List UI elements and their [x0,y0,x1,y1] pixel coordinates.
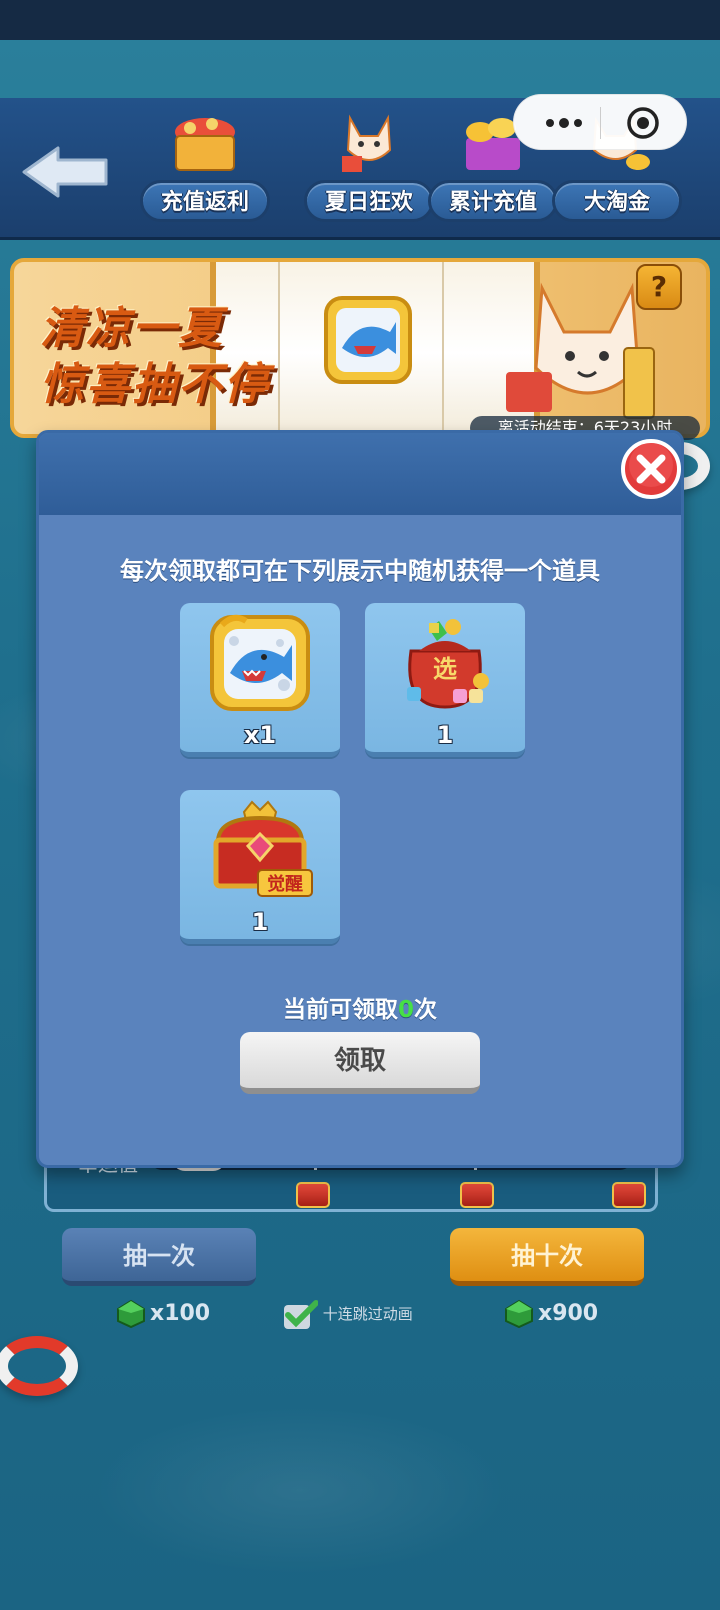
milestone-chest-icon[interactable] [612,1182,646,1208]
reel-divider [442,262,444,434]
draw-once-button[interactable]: 抽一次 [62,1228,256,1286]
milestone-chest-icon[interactable] [296,1182,330,1208]
event-banner: 清凉一夏 惊喜抽不停 [10,258,710,438]
reward-item-count: x1 [243,721,277,749]
nav-item-label: 累计充值 [448,190,537,215]
reward-item-count: 1 [436,721,454,749]
capsule-divider [600,107,601,139]
green-gem-icon [505,1299,533,1329]
awaken-chest-icon: 觉醒 [213,800,313,897]
skip-animation-label: 十连跳过动画 [322,1305,413,1323]
green-gem-icon [117,1299,145,1329]
shark-frame-icon [210,614,310,711]
shark-frame-icon [324,296,412,384]
awaken-chest-badge: 觉醒 [267,873,303,895]
reward-item-card[interactable]: x1 [180,603,340,757]
nav-item-label: 充值返利 [160,190,249,215]
banner-title-line2: 惊喜抽不停 [40,359,270,410]
nav-item-label: 大淘金 [583,190,650,215]
fox-mascot-icon [342,114,392,172]
lucky-bag-icon: 选 [407,619,489,709]
claim-count-status: 当前可领取0次 [36,990,684,1024]
reward-item-card[interactable]: 选 1 [365,603,525,757]
claim-count: 0 [397,997,414,1023]
status-strip [0,0,720,40]
draw-ten-button[interactable]: 抽十次 [450,1228,644,1286]
nav-item-label: 夏日狂欢 [324,190,413,215]
more-dots-icon[interactable] [544,113,584,133]
milestone-chest-icon[interactable] [460,1182,494,1208]
help-button[interactable]: ? [636,264,682,310]
back-arrow-icon[interactable] [20,144,110,200]
draw-ten-cost-value: x900 [538,1301,599,1326]
dialog-header [39,433,681,515]
claim-suffix: 次 [414,997,437,1023]
checkmark-icon [284,1299,318,1329]
draw-once-cost-value: x100 [150,1301,211,1326]
draw-once-cost: x100 [116,1294,210,1334]
gift-basket-icon [175,118,235,171]
reward-item-card[interactable]: 觉醒 1 [180,790,340,944]
target-circle-icon[interactable] [626,106,660,140]
close-icon[interactable] [620,438,682,500]
reward-item-count: 1 [251,908,269,936]
reel-divider [278,262,280,434]
lucky-bag-badge: 选 [433,655,457,683]
claim-button[interactable]: 领取 [240,1032,480,1094]
nav-item-recharge-rebate[interactable]: 充值返利 [138,108,272,232]
skip-animation-toggle[interactable]: 十连跳过动画 [282,1298,413,1331]
claim-prefix: 当前可领取 [282,997,398,1023]
draw-ten-cost: x900 [504,1294,598,1334]
miniprogram-capsule [513,94,687,150]
dialog-description: 每次领取都可在下列展示中随机获得一个道具 [120,557,600,585]
banner-title-line1: 清凉一夏 [40,303,224,354]
nav-item-summer-carnival[interactable]: 夏日狂欢 [302,108,436,232]
